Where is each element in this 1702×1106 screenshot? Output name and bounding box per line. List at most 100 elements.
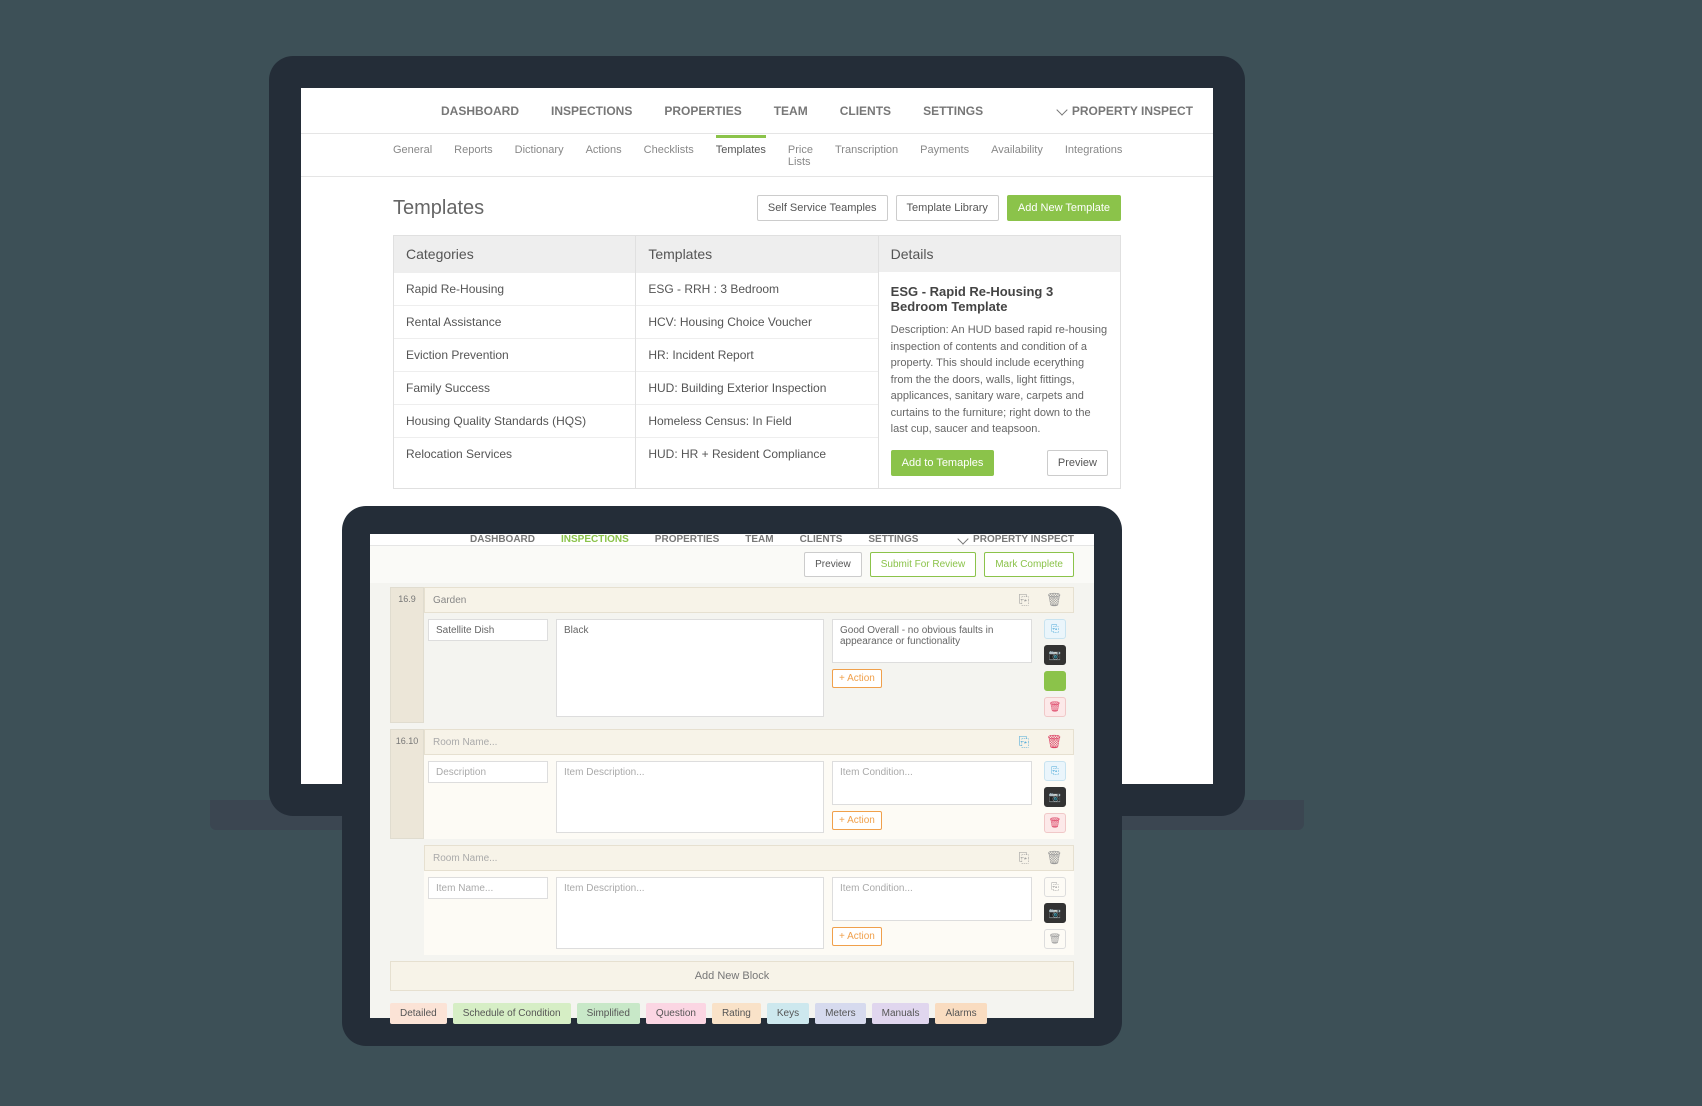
submenu-pricelists[interactable]: Price Lists [788,144,813,176]
block-type-chip[interactable]: Alarms [935,1003,986,1024]
nav-inspections[interactable]: INSPECTIONS [551,104,632,118]
submenu-general[interactable]: General [393,144,432,176]
item-condition-field[interactable]: Item Condition... [832,877,1032,921]
copy-icon[interactable]: ⎘ [1013,848,1035,868]
template-item[interactable]: HR: Incident Report [636,338,877,371]
trash-icon[interactable]: 🗑 [1043,590,1065,610]
trash-icon[interactable]: 🗑 [1043,732,1065,752]
top-nav: DASHBOARD INSPECTIONS PROPERTIES TEAM CL… [370,534,1094,546]
room-name-row[interactable]: Room Name...⎘🗑 [424,845,1074,871]
trash-icon[interactable]: 🗑 [1044,697,1066,717]
add-new-block-button[interactable]: Add New Block [390,961,1074,991]
submenu-actions[interactable]: Actions [586,144,622,176]
submenu-dictionary[interactable]: Dictionary [515,144,564,176]
add-action-button[interactable]: + Action [832,927,882,946]
self-service-templates-button[interactable]: Self Service Teamples [757,195,888,221]
camera-icon[interactable]: 📷 [1044,903,1066,923]
submenu-templates[interactable]: Templates [716,135,766,176]
top-nav: DASHBOARD INSPECTIONS PROPERTIES TEAM CL… [301,88,1213,134]
block-type-chip[interactable]: Rating [712,1003,761,1024]
nav-properties[interactable]: PROPERTIES [664,104,741,118]
inspection-editor-screen: DASHBOARD INSPECTIONS PROPERTIES TEAM CL… [370,534,1094,1018]
nav-dashboard[interactable]: DASHBOARD [470,534,535,545]
item-description-field[interactable]: Item Description... [556,761,824,833]
detail-description: Description: An HUD based rapid re-housi… [891,322,1108,438]
category-item[interactable]: Rapid Re-Housing [394,272,635,305]
brand-dropdown[interactable]: PROPERTY INSPECT [1058,104,1193,118]
block-type-chip[interactable]: Meters [815,1003,866,1024]
block-type-chip[interactable]: Question [646,1003,706,1024]
nav-team[interactable]: TEAM [774,104,808,118]
camera-icon[interactable]: 📷 [1044,787,1066,807]
nav-clients[interactable]: CLIENTS [800,534,843,545]
chevron-down-icon [957,533,968,544]
add-to-templates-button[interactable]: Add to Temaples [891,450,995,476]
copy-icon[interactable]: ⎘ [1044,619,1066,639]
submenu-payments[interactable]: Payments [920,144,969,176]
template-item[interactable]: Homeless Census: In Field [636,404,877,437]
category-item[interactable]: Family Success [394,371,635,404]
category-item[interactable]: Eviction Prevention [394,338,635,371]
add-new-template-button[interactable]: Add New Template [1007,195,1121,221]
status-indicator [1044,671,1066,691]
brand-dropdown[interactable]: PROPERTY INSPECT [959,534,1074,545]
submenu-reports[interactable]: Reports [454,144,493,176]
submenu-availability[interactable]: Availability [991,144,1043,176]
item-name-field[interactable]: Satellite Dish [428,619,548,641]
block-number: 16.10 [390,729,424,839]
nav-clients[interactable]: CLIENTS [840,104,891,118]
preview-button[interactable]: Preview [804,552,862,577]
camera-icon[interactable]: 📷 [1044,645,1066,665]
trash-icon[interactable]: 🗑 [1044,813,1066,833]
item-condition-field[interactable]: Item Condition... [832,761,1032,805]
col-details-header: Details [879,236,1120,272]
block-type-chip[interactable]: Schedule of Condition [453,1003,571,1024]
item-description-field[interactable]: Black [556,619,824,717]
block-type-chip[interactable]: Manuals [872,1003,930,1024]
category-item[interactable]: Relocation Services [394,437,635,470]
copy-icon[interactable]: ⎘ [1013,732,1035,752]
nav-settings[interactable]: SETTINGS [868,534,918,545]
nav-inspections[interactable]: INSPECTIONS [561,534,629,545]
copy-icon[interactable]: ⎘ [1044,761,1066,781]
category-item[interactable]: Housing Quality Standards (HQS) [394,404,635,437]
block-type-chip[interactable]: Detailed [390,1003,447,1024]
block-type-chip[interactable]: Keys [767,1003,809,1024]
template-library-button[interactable]: Template Library [896,195,999,221]
nav-team[interactable]: TEAM [745,534,773,545]
mark-complete-button[interactable]: Mark Complete [984,552,1074,577]
copy-icon[interactable]: ⎘ [1044,877,1066,897]
copy-icon[interactable]: ⎘ [1013,590,1035,610]
block-number: 16.9 [390,587,424,723]
submenu-checklists[interactable]: Checklists [644,144,694,176]
submenu-integrations[interactable]: Integrations [1065,144,1122,176]
block-type-chip[interactable]: Simplified [577,1003,640,1024]
templates-panel: Categories Rapid Re-Housing Rental Assis… [393,235,1121,489]
template-item[interactable]: HUD: Building Exterior Inspection [636,371,877,404]
page-title: Templates [393,197,484,220]
add-action-button[interactable]: + Action [832,811,882,830]
preview-template-button[interactable]: Preview [1047,450,1108,476]
item-condition-field[interactable]: Good Overall - no obvious faults in appe… [832,619,1032,663]
detail-title: ESG - Rapid Re-Housing 3 Bedroom Templat… [891,284,1108,314]
category-item[interactable]: Rental Assistance [394,305,635,338]
nav-settings[interactable]: SETTINGS [923,104,983,118]
template-item[interactable]: HCV: Housing Choice Voucher [636,305,877,338]
trash-icon[interactable]: 🗑 [1043,848,1065,868]
trash-icon[interactable]: 🗑 [1044,929,1066,949]
template-item[interactable]: ESG - RRH : 3 Bedroom [636,272,877,305]
template-item[interactable]: HUD: HR + Resident Compliance [636,437,877,470]
add-action-button[interactable]: + Action [832,669,882,688]
chevron-down-icon [1056,104,1067,115]
item-description-field[interactable]: Item Description... [556,877,824,949]
col-templates-header: Templates [636,236,877,272]
settings-submenu: General Reports Dictionary Actions Check… [301,134,1213,177]
nav-dashboard[interactable]: DASHBOARD [441,104,519,118]
room-name-row[interactable]: Room Name...⎘🗑 [424,729,1074,755]
submit-for-review-button[interactable]: Submit For Review [870,552,976,577]
room-name-row[interactable]: Garden⎘🗑 [424,587,1074,613]
nav-properties[interactable]: PROPERTIES [655,534,719,545]
item-name-field[interactable]: Description [428,761,548,783]
item-name-field[interactable]: Item Name... [428,877,548,899]
submenu-transcription[interactable]: Transcription [835,144,898,176]
